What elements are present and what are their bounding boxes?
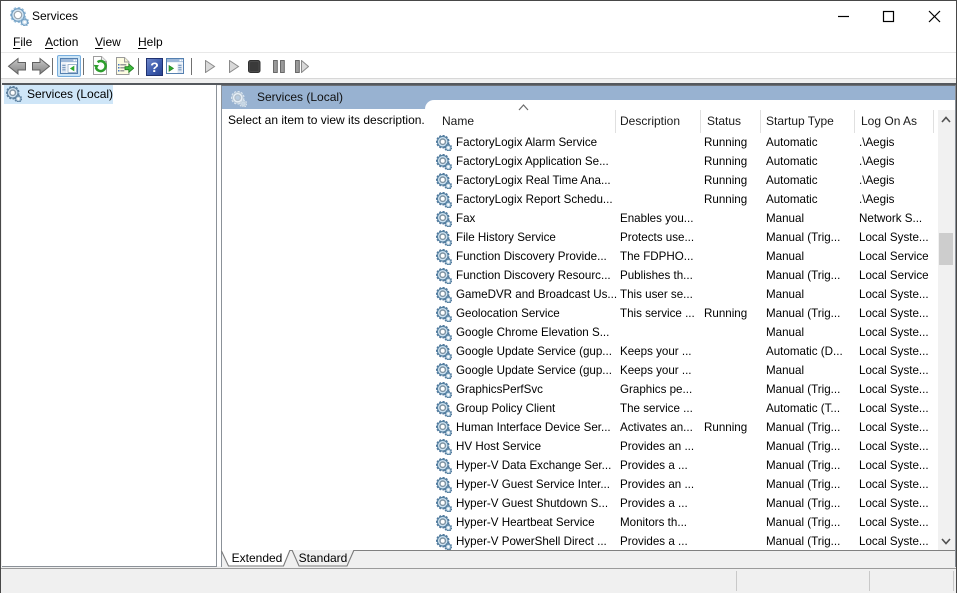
svg-text:?: ? — [150, 59, 159, 75]
